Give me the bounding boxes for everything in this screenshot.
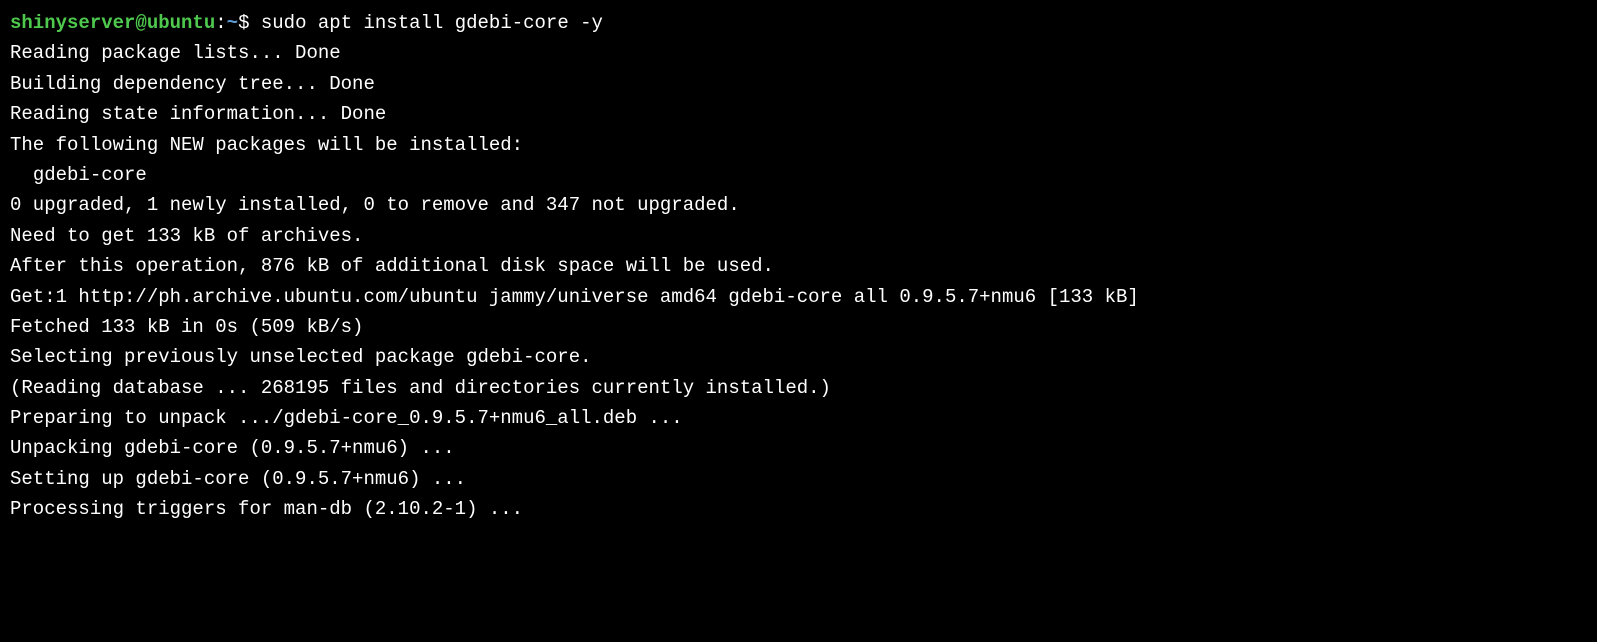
- output-line: Setting up gdebi-core (0.9.5.7+nmu6) ...: [10, 468, 466, 490]
- prompt-at: @: [135, 12, 146, 34]
- output-line: gdebi-core: [10, 164, 147, 186]
- output-line: After this operation, 876 kB of addition…: [10, 255, 774, 277]
- output-line: The following NEW packages will be insta…: [10, 134, 523, 156]
- prompt-colon: :: [215, 12, 226, 34]
- command-input: sudo apt install gdebi-core -y: [261, 12, 603, 34]
- output-line: 0 upgraded, 1 newly installed, 0 to remo…: [10, 194, 740, 216]
- prompt-user: shinyserver: [10, 12, 135, 34]
- output-line: Need to get 133 kB of archives.: [10, 225, 363, 247]
- output-line: Building dependency tree... Done: [10, 73, 375, 95]
- terminal-window[interactable]: shinyserver@ubuntu:~$ sudo apt install g…: [10, 8, 1587, 525]
- output-line: Preparing to unpack .../gdebi-core_0.9.5…: [10, 407, 683, 429]
- prompt-host: ubuntu: [147, 12, 215, 34]
- output-line: Fetched 133 kB in 0s (509 kB/s): [10, 316, 363, 338]
- output-line: Reading package lists... Done: [10, 42, 341, 64]
- output-line: Unpacking gdebi-core (0.9.5.7+nmu6) ...: [10, 437, 455, 459]
- output-line: Get:1 http://ph.archive.ubuntu.com/ubunt…: [10, 286, 1139, 308]
- output-line: Selecting previously unselected package …: [10, 346, 592, 368]
- output-line: Processing triggers for man-db (2.10.2-1…: [10, 498, 523, 520]
- prompt-path: ~: [227, 12, 238, 34]
- output-line: Reading state information... Done: [10, 103, 386, 125]
- output-line: (Reading database ... 268195 files and d…: [10, 377, 831, 399]
- prompt-dollar: $: [238, 12, 261, 34]
